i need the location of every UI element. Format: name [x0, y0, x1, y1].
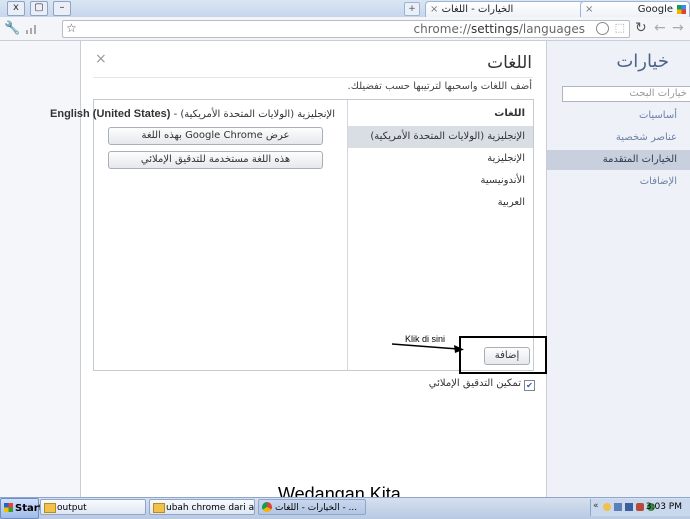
wrench-icon[interactable]: 🔧 [4, 21, 20, 36]
languages-panel: اللغات الإنجليزية (الولايات المتحدة الأم… [50, 99, 534, 371]
dialog-divider [93, 77, 533, 78]
taskbar-item-output[interactable]: output [40, 499, 146, 515]
tab-close-icon[interactable]: × [430, 4, 438, 15]
taskbar-item-folder[interactable]: ubah chrome dari arab k... [149, 499, 255, 515]
arrow-icon [392, 343, 464, 353]
language-detail-title: الإنجليزية (الولايات المتحدة الأمريكية) … [50, 108, 335, 120]
language-item[interactable]: الأندونيسية [348, 170, 533, 192]
minimize-window-button[interactable]: – [53, 1, 71, 16]
sidebar-item-advanced[interactable]: الخيارات المتقدمة [546, 150, 690, 170]
taskbar-item-chrome[interactable]: الخيارات - اللغات - ... [258, 499, 366, 515]
omnibox[interactable]: ☆ chrome://settings/languages ⬚ [62, 20, 630, 38]
tray-expand-icon[interactable]: « [593, 501, 599, 511]
sidebar-item-basics[interactable]: أساسيات [546, 106, 690, 126]
use-for-spellcheck-button[interactable]: هذه اللغة مستخدمة للتدقيق الإملائي [108, 151, 323, 169]
reload-icon[interactable]: ↻ [635, 20, 647, 36]
new-tab-button[interactable]: + [404, 2, 420, 16]
tray-app-icon[interactable] [603, 503, 611, 511]
tab-settings-languages[interactable]: × الخيارات - اللغات [425, 1, 585, 17]
display-in-language-button[interactable]: عرض Google Chrome بهذه اللغة [108, 127, 323, 145]
windows-logo-icon [4, 503, 13, 512]
star-icon[interactable]: ☆ [66, 21, 77, 35]
spellcheck-checkbox[interactable]: ✔ [524, 380, 535, 391]
forward-icon[interactable]: ← [654, 20, 666, 36]
languages-dialog: × اللغات أضف اللغات واسحبها لترتيبها حسب… [50, 41, 547, 497]
folder-icon [153, 503, 165, 513]
language-item[interactable]: الإنجليزية (الولايات المتحدة الأمريكية) [348, 126, 533, 148]
taskbar-item-label: ubah chrome dari arab k... [166, 503, 255, 513]
dialog-title: اللغات [487, 53, 532, 73]
dialog-close-icon[interactable]: × [95, 51, 107, 67]
language-item[interactable]: الإنجليزية [348, 148, 533, 170]
tab-close-icon[interactable]: × [585, 4, 593, 15]
chrome-icon [262, 502, 272, 512]
tab-google[interactable]: × Google [580, 1, 690, 17]
volume-icon[interactable] [636, 503, 644, 511]
dialog-hint: أضف اللغات واسحبها لترتيبها حسب تفضيلك. [347, 81, 532, 92]
sidebar-title: خيارات [616, 51, 669, 72]
sidebar-item-personal-stuff[interactable]: عناصر شخصية [546, 128, 690, 148]
back-icon[interactable]: → [672, 20, 684, 36]
signal-icon [26, 24, 38, 34]
language-list: اللغات الإنجليزية (الولايات المتحدة الأم… [347, 100, 533, 370]
restore-window-button[interactable]: ▢ [30, 1, 48, 16]
plus-icon: + [408, 4, 416, 14]
google-favicon-icon [677, 5, 686, 14]
language-list-header: اللغات [494, 108, 525, 119]
settings-search-input[interactable]: خيارات البحث [562, 86, 690, 102]
url-text[interactable]: chrome://settings/languages [414, 22, 585, 36]
highlight-box [459, 336, 547, 374]
language-detail-title-english: English (United States) [50, 108, 171, 120]
start-button[interactable]: Start [0, 498, 43, 519]
folder-icon [44, 503, 56, 513]
close-window-button[interactable]: x [7, 1, 25, 16]
tray-app-icon[interactable] [614, 503, 622, 511]
tab-title: Google [637, 4, 673, 15]
settings-sidebar: خيارات خيارات البحث أساسيات عناصر شخصية … [545, 41, 690, 497]
taskbar-item-label: الخيارات - اللغات - ... [275, 503, 358, 513]
language-detail-title-arabic: الإنجليزية (الولايات المتحدة الأمريكية) … [173, 109, 335, 120]
taskbar-item-label: output [57, 503, 87, 513]
clock: 3:03 PM [645, 502, 682, 512]
network-icon[interactable] [625, 503, 633, 511]
info-icon[interactable] [596, 22, 609, 35]
language-item[interactable]: العربية [348, 192, 533, 214]
page-action-icon[interactable]: ⬚ [615, 21, 625, 34]
spellcheck-label: تمكين التدقيق الإملائي [428, 378, 521, 389]
sidebar-item-extensions[interactable]: الإضافات [546, 172, 690, 192]
tab-title: الخيارات - اللغات [441, 4, 514, 15]
